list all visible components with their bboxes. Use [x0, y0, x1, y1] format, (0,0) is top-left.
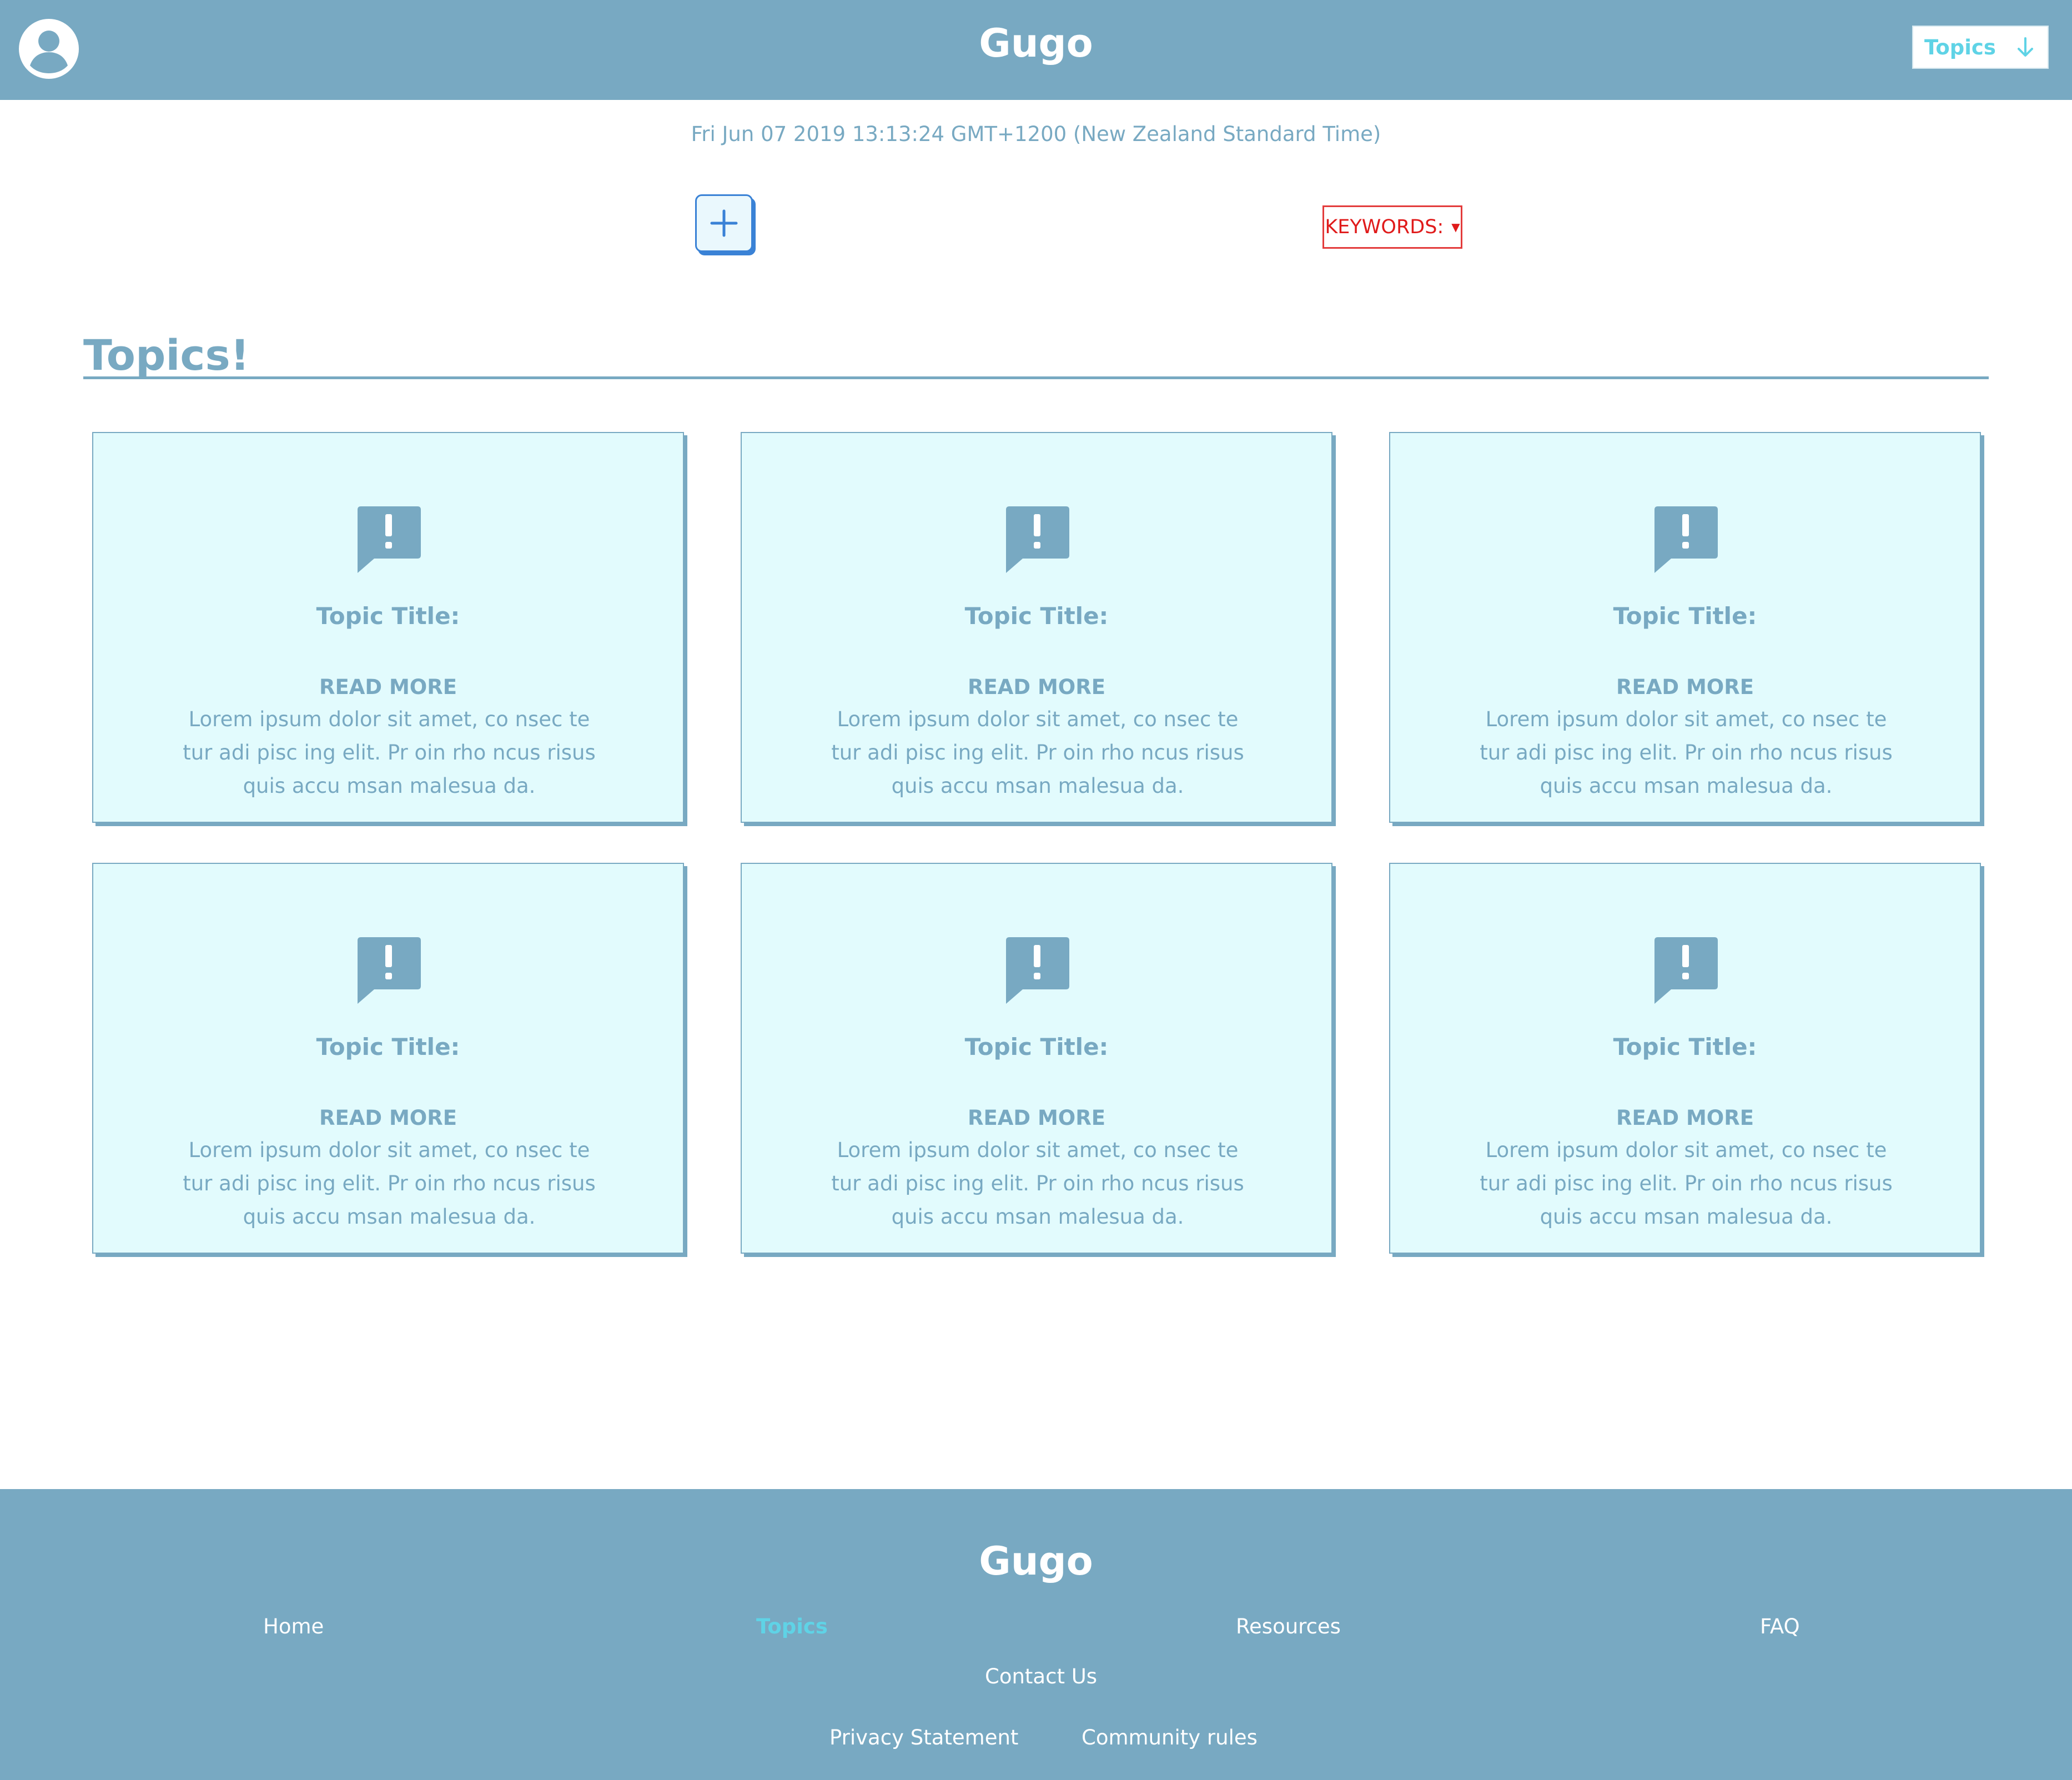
topic-description: Lorem ipsum dolor sit amet, co nsec te t… [183, 707, 596, 798]
topic-title: Topic Title: [316, 1033, 460, 1060]
topic-title: Topic Title: [1613, 1033, 1757, 1060]
alert-message-icon [1006, 937, 1069, 1004]
caret-down-icon: ▼ [1451, 220, 1460, 234]
footer-link-resources[interactable]: Resources [1236, 1611, 1341, 1642]
alert-message-icon [1006, 506, 1069, 573]
section-divider [83, 376, 1989, 379]
alert-message-icon [358, 506, 421, 573]
alert-message-icon [1654, 506, 1718, 573]
topic-title: Topic Title: [964, 602, 1109, 630]
topic-description: Lorem ipsum dolor sit amet, co nsec te t… [831, 1138, 1244, 1229]
footer: Gugo Home Topics Resources FAQ Contact U… [0, 1489, 2072, 1780]
footer-link-topics[interactable]: Topics [756, 1611, 828, 1642]
footer-link-contact[interactable]: Contact Us [985, 1661, 1097, 1692]
topic-description: Lorem ipsum dolor sit amet, co nsec te t… [1480, 707, 1893, 798]
read-more-link[interactable]: READ MORE [1390, 672, 1980, 703]
read-more-link[interactable]: READ MORE [742, 672, 1331, 703]
topic-title: Topic Title: [316, 602, 460, 630]
topic-card[interactable]: Topic Title: READ MORE Lorem ipsum dolor… [1389, 863, 1981, 1254]
arrow-down-icon [2018, 37, 2033, 57]
footer-link-privacy[interactable]: Privacy Statement [829, 1722, 1018, 1753]
footer-link-faq[interactable]: FAQ [1760, 1611, 1800, 1642]
read-more-link[interactable]: READ MORE [742, 1103, 1331, 1134]
topic-card[interactable]: Topic Title: READ MORE Lorem ipsum dolor… [92, 432, 684, 823]
current-date: Fri Jun 07 2019 13:13:24 GMT+1200 (New Z… [691, 122, 1381, 146]
topic-card[interactable]: Topic Title: READ MORE Lorem ipsum dolor… [1389, 432, 1981, 823]
topic-title: Topic Title: [964, 1033, 1109, 1060]
header-bar: Gugo Topics [0, 0, 2072, 100]
footer-link-community-rules[interactable]: Community rules [1082, 1722, 1258, 1753]
plus-icon [710, 209, 738, 237]
topic-card[interactable]: Topic Title: READ MORE Lorem ipsum dolor… [741, 432, 1332, 823]
footer-link-home[interactable]: Home [263, 1611, 324, 1642]
topic-description: Lorem ipsum dolor sit amet, co nsec te t… [831, 707, 1244, 798]
site-title: Gugo [979, 21, 1093, 66]
topics-dropdown-label: Topics [1924, 35, 1996, 59]
keywords-dropdown[interactable]: KEYWORDS: ▼ [1322, 205, 1462, 249]
read-more-link[interactable]: READ MORE [93, 1103, 683, 1134]
topic-card[interactable]: Topic Title: READ MORE Lorem ipsum dolor… [92, 863, 684, 1254]
topic-card[interactable]: Topic Title: READ MORE Lorem ipsum dolor… [741, 863, 1332, 1254]
add-topic-button[interactable] [695, 194, 753, 252]
user-avatar-icon[interactable] [19, 19, 79, 79]
topic-description: Lorem ipsum dolor sit amet, co nsec te t… [1480, 1138, 1893, 1229]
alert-message-icon [358, 937, 421, 1004]
read-more-link[interactable]: READ MORE [1390, 1103, 1980, 1134]
alert-message-icon [1654, 937, 1718, 1004]
section-title: Topics! [83, 330, 250, 380]
topics-dropdown[interactable]: Topics [1912, 26, 2049, 69]
topic-title: Topic Title: [1613, 602, 1757, 630]
keywords-label: KEYWORDS: [1325, 216, 1444, 238]
read-more-link[interactable]: READ MORE [93, 672, 683, 703]
footer-brand: Gugo [979, 1538, 1093, 1584]
topic-description: Lorem ipsum dolor sit amet, co nsec te t… [183, 1138, 596, 1229]
page: Gugo Topics Fri Jun 07 2019 13:13:24 GMT… [0, 0, 2072, 1780]
